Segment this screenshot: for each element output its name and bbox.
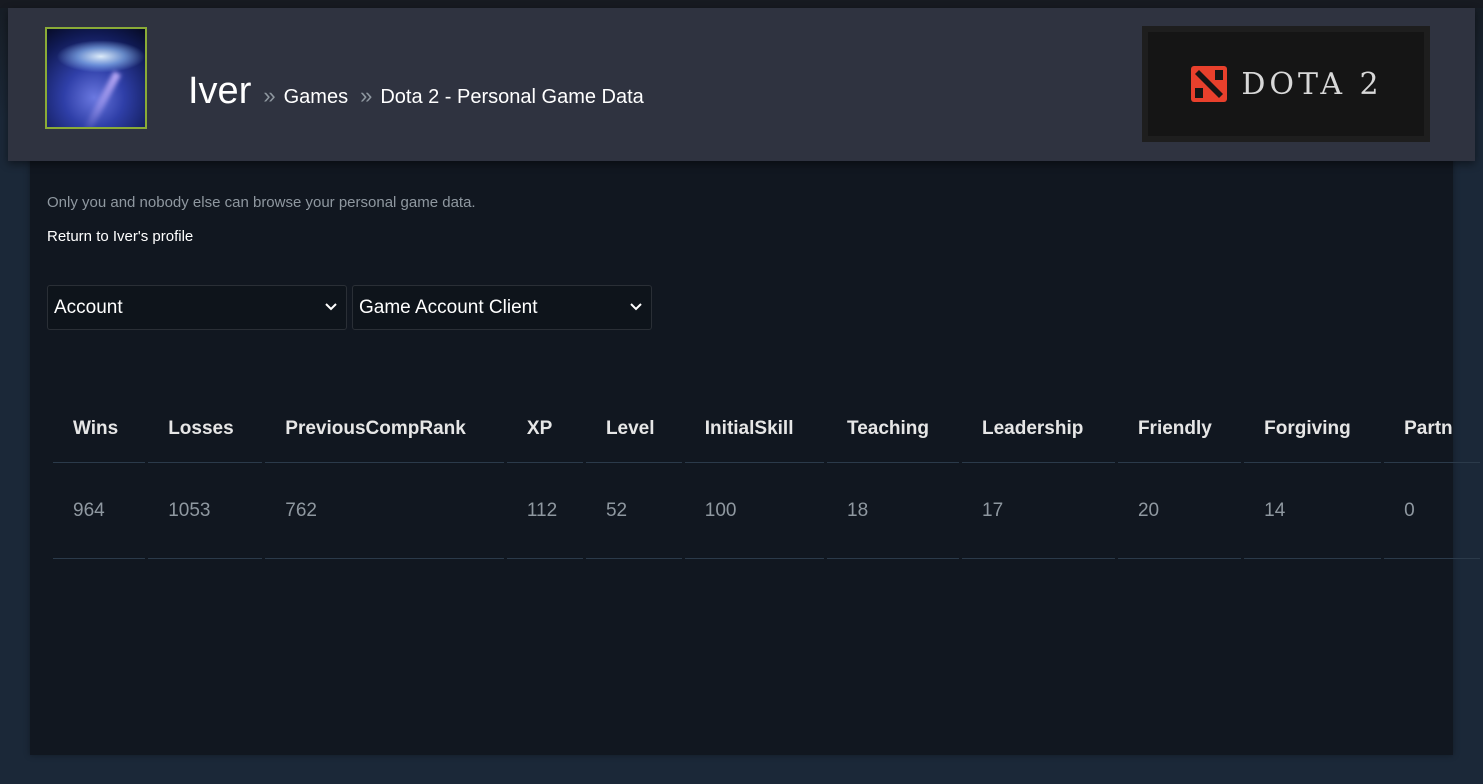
- category-select[interactable]: Account: [47, 285, 347, 330]
- column-header-teaching: Teaching: [827, 396, 959, 463]
- column-header-previouscomprank: PreviousCompRank: [265, 396, 504, 463]
- column-header-friendly: Friendly: [1117, 396, 1242, 463]
- breadcrumb-username-link[interactable]: Iver: [188, 70, 251, 113]
- table-header-row: Wins Losses PreviousCompRank XP Level In…: [53, 396, 1480, 463]
- cell-wins: 964: [53, 463, 146, 559]
- cell-xp: 112: [506, 463, 583, 559]
- cell-forgiving: 14: [1244, 463, 1382, 559]
- column-header-partn: Partn: [1384, 396, 1480, 463]
- column-header-xp: XP: [506, 396, 583, 463]
- column-header-losses: Losses: [148, 396, 263, 463]
- game-logo-text: DOTA 2: [1241, 66, 1383, 102]
- column-header-leadership: Leadership: [962, 396, 1115, 463]
- column-header-wins: Wins: [53, 396, 146, 463]
- return-to-profile-link[interactable]: Return to Iver's profile: [47, 228, 193, 245]
- column-header-level: Level: [585, 396, 682, 463]
- column-header-forgiving: Forgiving: [1244, 396, 1382, 463]
- chevron-down-icon: [630, 303, 642, 311]
- subcategory-select-value: Game Account Client: [359, 296, 538, 318]
- breadcrumb-current-page: Dota 2 - Personal Game Data: [380, 86, 644, 108]
- cell-friendly: 20: [1117, 463, 1242, 559]
- game-logo[interactable]: DOTA 2: [1142, 26, 1430, 142]
- breadcrumb: Iver » Games » Dota 2 - Personal Game Da…: [188, 70, 644, 120]
- column-header-initialskill: InitialSkill: [684, 396, 825, 463]
- breadcrumb-separator: »: [360, 83, 373, 108]
- cell-leadership: 17: [962, 463, 1115, 559]
- cell-level: 52: [585, 463, 682, 559]
- chevron-down-icon: [325, 303, 337, 311]
- cell-teaching: 18: [827, 463, 959, 559]
- subcategory-select[interactable]: Game Account Client: [352, 285, 652, 330]
- avatar-art: [81, 71, 121, 127]
- table-row: 964 1053 762 112 52 100 18 17 20 14 0: [53, 463, 1480, 559]
- user-avatar[interactable]: [45, 27, 147, 129]
- top-strip: [0, 0, 1483, 8]
- cell-previouscomprank: 762: [265, 463, 504, 559]
- cell-initialskill: 100: [684, 463, 825, 559]
- cell-losses: 1053: [148, 463, 263, 559]
- category-select-value: Account: [54, 296, 123, 318]
- game-data-table: Wins Losses PreviousCompRank XP Level In…: [50, 396, 1483, 559]
- cell-partn: 0: [1384, 463, 1480, 559]
- privacy-note: Only you and nobody else can browse your…: [47, 194, 476, 211]
- breadcrumb-games-link[interactable]: Games: [284, 86, 348, 109]
- game-logo-inner: DOTA 2: [1189, 64, 1382, 104]
- dota-emblem-icon: [1191, 66, 1228, 102]
- breadcrumb-separator: »: [263, 83, 276, 108]
